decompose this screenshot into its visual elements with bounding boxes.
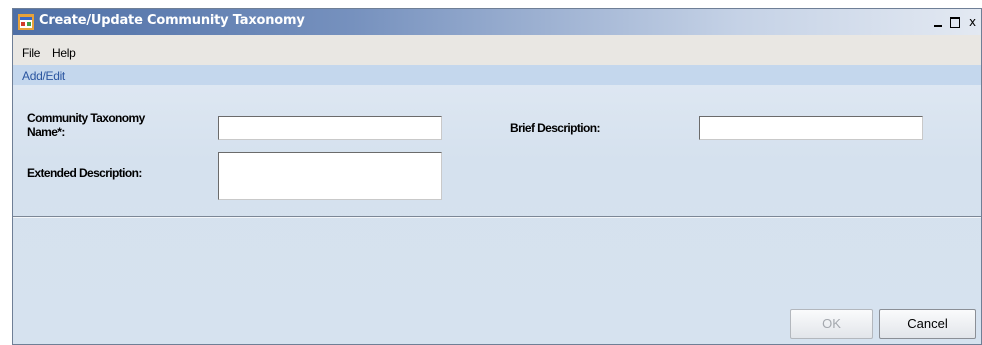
maximize-icon — [950, 17, 960, 28]
menu-bar: File Help — [13, 35, 981, 65]
tab-add-edit[interactable]: Add/Edit — [22, 69, 65, 83]
menu-help[interactable]: Help — [52, 46, 76, 60]
close-icon: x — [968, 15, 977, 29]
tab-strip: Add/Edit — [13, 65, 981, 85]
brief-description-input[interactable] — [699, 116, 923, 140]
name-label-line-1: Community Taxonomy — [27, 111, 145, 125]
form-separator — [13, 216, 981, 218]
community-taxonomy-name-label: Community Taxonomy Name*: — [27, 111, 197, 139]
brief-description-label: Brief Description: — [510, 121, 600, 135]
community-taxonomy-name-input[interactable] — [218, 116, 442, 140]
menu-file[interactable]: File — [22, 46, 40, 60]
window-title: Create/Update Community Taxonomy — [39, 13, 305, 28]
extended-description-label: Extended Description: — [27, 166, 142, 180]
maximize-button[interactable] — [947, 15, 962, 29]
minimize-button[interactable] — [931, 15, 946, 29]
taxonomy-dialog: Create/Update Community Taxonomy x File … — [12, 8, 982, 345]
name-label-line-2: Name*: — [27, 125, 65, 139]
minimize-icon — [934, 25, 942, 27]
close-button[interactable]: x — [965, 15, 980, 29]
application-window-icon — [18, 14, 34, 30]
cancel-button[interactable]: Cancel — [879, 309, 976, 339]
title-bar[interactable]: Create/Update Community Taxonomy x — [13, 9, 981, 35]
extended-description-input[interactable] — [218, 152, 442, 200]
ok-button[interactable]: OK — [790, 309, 873, 339]
